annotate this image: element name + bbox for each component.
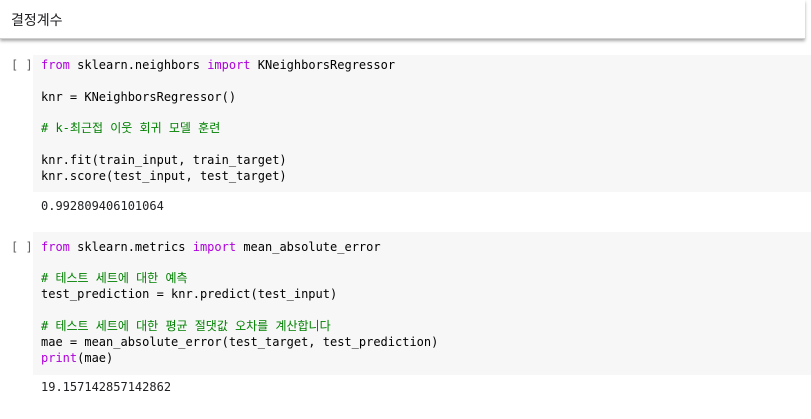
run-cell-button[interactable]: [ ]	[11, 240, 33, 254]
code-text: KNeighborsRegressor	[250, 58, 396, 72]
code-line: test_prediction = knr.predict(test_input…	[41, 287, 338, 301]
keyword: from	[41, 240, 70, 254]
code-line: knr = KNeighborsRegressor()	[41, 90, 237, 104]
code-line: print(mae)	[41, 350, 113, 366]
code-comment: # 테스트 세트에 대한 예측	[41, 271, 188, 285]
code-line: knr.score(test_input, test_target)	[41, 169, 287, 183]
code-text: (mae)	[77, 351, 114, 365]
code-comment: # 테스트 세트에 대한 평균 절댓값 오차를 계산합니다	[41, 319, 331, 333]
keyword: import	[207, 58, 251, 72]
cell-heading: 결정계수	[11, 13, 63, 29]
keyword: from	[41, 58, 70, 72]
builtin-function: print	[41, 351, 78, 365]
code-line: knr.fit(train_input, train_target)	[41, 153, 287, 167]
text-cell[interactable]: 결정계수	[0, 0, 805, 39]
code-text: sklearn.metrics	[69, 240, 193, 254]
code-line: mae = mean_absolute_error(test_target, t…	[41, 335, 439, 349]
code-text: mean_absolute_error	[236, 240, 381, 254]
cell-output: 19.157142857142862	[41, 380, 172, 394]
code-line: from sklearn.neighbors import KNeighbors…	[41, 57, 395, 73]
code-text: sklearn.neighbors	[69, 58, 208, 72]
code-editor[interactable]: from sklearn.metrics import mean_absolut…	[33, 232, 811, 375]
cell-output: 0.992809406101064	[41, 199, 164, 213]
keyword: import	[192, 240, 237, 254]
code-editor[interactable]: from sklearn.neighbors import KNeighbors…	[33, 55, 811, 192]
code-line: from sklearn.metrics import mean_absolut…	[41, 239, 381, 255]
code-comment: # k-최근접 이웃 회귀 모델 훈련	[41, 121, 221, 135]
run-cell-button[interactable]: [ ]	[11, 58, 33, 72]
